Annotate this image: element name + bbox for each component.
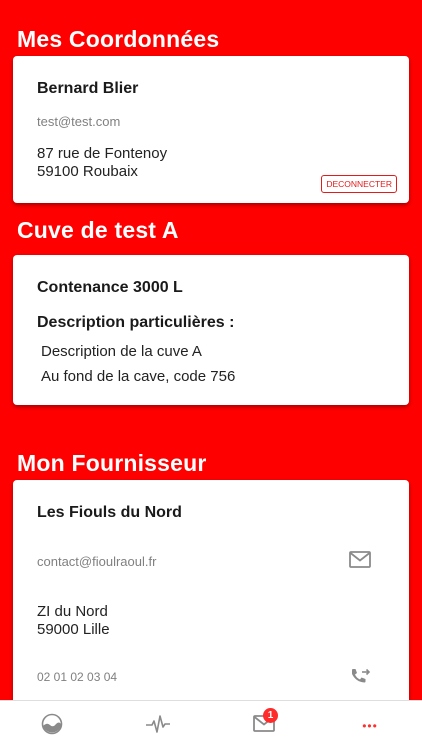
section-title-coordonnees: Mes Coordonnées <box>17 26 220 52</box>
supplier-address-line1: ZI du Nord <box>37 603 108 620</box>
user-email: test@test.com <box>37 114 121 129</box>
main-scroll[interactable]: Mes Coordonnées Bernard Blier test@test.… <box>0 0 422 700</box>
tab-messages[interactable]: 1 <box>234 701 294 751</box>
mail-icon[interactable] <box>349 551 373 571</box>
supplier-card: Les Fiouls du Nord contact@fioulraoul.fr… <box>13 480 409 700</box>
tank-description-line2: Au fond de la cave, code 756 <box>41 368 236 385</box>
section-title-cuve: Cuve de test A <box>17 217 179 243</box>
phone-forward-icon[interactable] <box>349 667 373 687</box>
supplier-name: Les Fiouls du Nord <box>37 504 182 521</box>
supplier-phone: 02 01 02 03 04 <box>37 670 118 684</box>
supplier-email: contact@fioulraoul.fr <box>37 554 157 569</box>
tank-description-line1: Description de la cuve A <box>41 343 202 360</box>
messages-icon: 1 <box>253 707 278 738</box>
tab-gauge[interactable] <box>22 701 82 751</box>
tab-activity[interactable] <box>128 701 188 751</box>
user-address-line1: 87 rue de Fontenoy <box>37 145 168 162</box>
user-address-line2: 59100 Roubaix <box>37 163 138 180</box>
tank-capacity: Contenance 3000 L <box>37 279 183 296</box>
tank-card: Contenance 3000 L Description particuliè… <box>13 255 409 405</box>
user-name: Bernard Blier <box>37 80 139 97</box>
disconnect-button[interactable]: DECONNECTER <box>321 175 397 193</box>
tank-description-label: Description particulières : <box>37 314 235 331</box>
activity-pulse-icon <box>145 713 171 740</box>
tank-gauge-icon <box>41 713 63 740</box>
contact-card: Bernard Blier test@test.com 87 rue de Fo… <box>13 56 409 203</box>
bottom-tab-bar: 1 ••• <box>0 700 422 751</box>
more-dots-icon: ••• <box>362 719 378 733</box>
messages-badge: 1 <box>263 707 278 723</box>
supplier-address-line2: 59000 Lille <box>37 621 110 638</box>
section-title-fournisseur: Mon Fournisseur <box>17 450 207 476</box>
tab-more[interactable]: ••• <box>340 701 400 751</box>
